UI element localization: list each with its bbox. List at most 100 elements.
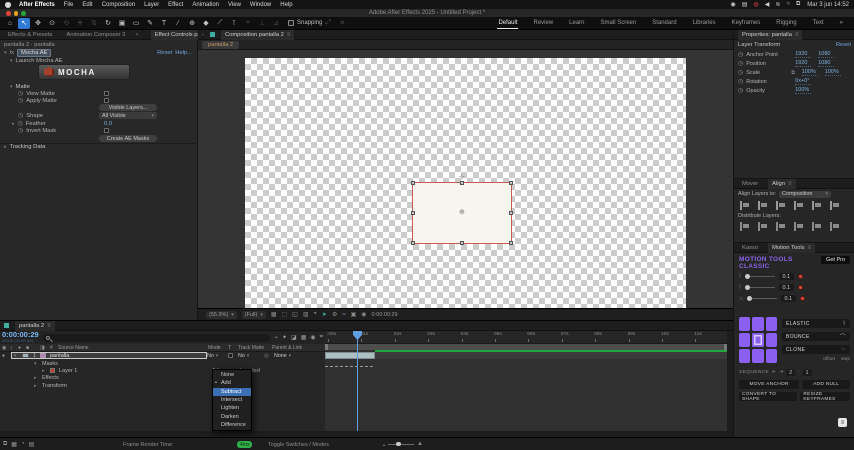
feather-value[interactable]: 0.0: [104, 121, 112, 127]
align-top-icon[interactable]: [794, 201, 804, 210]
add-null-button[interactable]: ADD NULL: [802, 380, 850, 389]
property-value[interactable]: 100%: [824, 69, 841, 76]
brush-tool[interactable]: ∕: [172, 18, 184, 29]
stopwatch-icon[interactable]: ◷: [18, 90, 23, 97]
mask-handle[interactable]: [459, 240, 464, 245]
slider-knob[interactable]: [746, 295, 752, 301]
layer-twirl-icon[interactable]: ▾: [14, 353, 17, 359]
property-value[interactable]: 1080: [818, 60, 835, 67]
mask-handle[interactable]: [410, 180, 415, 185]
stopwatch-icon[interactable]: ◷: [18, 127, 23, 134]
trkmat-column-header[interactable]: Track Matte: [238, 345, 264, 351]
distribute-right-icon[interactable]: [776, 222, 786, 231]
region-of-interest-icon[interactable]: ◱: [292, 311, 298, 318]
toggle-switches-button[interactable]: Toggle Switches / Modes: [268, 442, 329, 448]
mask-handle[interactable]: [508, 240, 513, 245]
workspace-rigging[interactable]: Rigging: [775, 18, 797, 28]
mask-handle[interactable]: [410, 240, 415, 245]
timeline-vscrollbar[interactable]: [727, 331, 733, 438]
sequence-reverse-icon[interactable]: ⇥: [779, 370, 783, 375]
zoom-slider-track[interactable]: [388, 441, 415, 446]
align-to-dropdown[interactable]: Composition ▾: [778, 190, 831, 198]
view-matte-checkbox[interactable]: [104, 91, 109, 96]
shape-dropdown[interactable]: All Visible ▾: [99, 112, 157, 119]
close-panel-icon[interactable]: ×: [135, 32, 138, 38]
zoom-slider-knob[interactable]: [396, 441, 401, 446]
type-tool[interactable]: T: [158, 18, 170, 29]
mode-menu-item-add[interactable]: • Add: [213, 379, 251, 387]
snapping-control[interactable]: Snapping: [288, 20, 322, 26]
resolution-dropdown[interactable]: (Full) ▾: [241, 310, 266, 319]
mask-name[interactable]: Layer 1: [59, 368, 77, 374]
slider-track[interactable]: [746, 295, 777, 301]
zoom-in-mountain-icon[interactable]: ▲: [417, 441, 423, 447]
motion-blur-icon[interactable]: ◉: [310, 334, 315, 341]
stopwatch-icon[interactable]: ◷: [18, 112, 23, 119]
slider-track[interactable]: [744, 284, 775, 290]
zoom-out-mountain-icon[interactable]: ▴: [383, 442, 385, 447]
transform-twirl-icon[interactable]: ▸: [34, 383, 37, 389]
mask-handle[interactable]: [508, 210, 513, 215]
create-ae-masks-button[interactable]: Create AE Masks: [99, 135, 157, 142]
panel-menu-icon[interactable]: ≡: [287, 32, 291, 38]
axis-mode-view[interactable]: ⊿: [270, 18, 282, 29]
resize-keyframes-button[interactable]: RESIZE KEYFRAMES: [800, 392, 850, 402]
selection-tool[interactable]: ↖: [18, 17, 30, 29]
clone-button[interactable]: CLONE ⁘: [782, 345, 850, 354]
rulers-icon[interactable]: ⌖: [314, 311, 317, 318]
anchor-grid-cell[interactable]: [765, 317, 777, 331]
volume-icon[interactable]: ◀: [765, 1, 770, 8]
launch-mocha-button[interactable]: MOCHA: [38, 64, 130, 80]
tab-animation-composer[interactable]: Animation Composer 3: [62, 30, 129, 40]
record-button[interactable]: [797, 274, 803, 279]
magnification-dropdown[interactable]: (55.9%) ▾: [206, 310, 237, 319]
twirl-down-icon[interactable]: ▾: [10, 84, 13, 90]
pan-camera-tool[interactable]: ✛: [74, 18, 86, 29]
slider-value[interactable]: 0.1: [778, 273, 794, 280]
grid-icon[interactable]: ▦: [11, 441, 17, 448]
twirl-down-icon[interactable]: ▾: [4, 50, 7, 56]
clone-stamp-tool[interactable]: ⊕: [186, 18, 198, 29]
stopwatch-icon[interactable]: ◷: [738, 78, 743, 85]
get-pro-button[interactable]: Get Pro: [821, 256, 850, 264]
close-tool[interactable]: ✕: [336, 18, 348, 29]
transparency-grid-icon[interactable]: ▦: [271, 311, 277, 318]
t-column-header[interactable]: T: [228, 345, 231, 351]
show-snapshot-icon[interactable]: ◉: [361, 311, 366, 318]
axis-mode-world[interactable]: ⊥: [256, 18, 268, 29]
masked-layer-shape[interactable]: ⊕ ⊹: [410, 174, 513, 245]
effects-group-row[interactable]: ▸ Effects: [0, 375, 325, 383]
record-button[interactable]: [799, 296, 805, 301]
anchor-point-icon[interactable]: ⊕: [459, 209, 465, 216]
zoom-about-tool[interactable]: ⤢: [322, 18, 334, 29]
step-label[interactable]: step: [841, 357, 850, 362]
align-bottom-icon[interactable]: [830, 201, 840, 210]
mode-menu-item-darken[interactable]: Darken: [213, 412, 251, 420]
menu-file[interactable]: File: [64, 2, 74, 8]
pen-tool[interactable]: ✎: [144, 18, 156, 29]
draft-3d-icon[interactable]: ✦: [282, 334, 287, 341]
orbit-camera-tool[interactable]: ⟲: [60, 18, 72, 29]
tab-align[interactable]: Align ≡: [768, 178, 796, 189]
transform-reset-link[interactable]: Reset: [836, 42, 851, 48]
workspace-default[interactable]: Default: [497, 18, 519, 29]
shy-layers-icon[interactable]: ◪: [291, 334, 297, 341]
distribute-horizontal-center-icon[interactable]: [758, 222, 768, 231]
menu-after-effects[interactable]: After Effects: [19, 2, 55, 8]
composition-subtab[interactable]: pantalla 2: [202, 40, 240, 49]
menu-view[interactable]: View: [228, 2, 241, 8]
stopwatch-icon[interactable]: ◷: [738, 69, 743, 76]
folder-icon[interactable]: ▤: [29, 441, 35, 448]
timeline-zoom-control[interactable]: ▴ ▲: [383, 441, 423, 447]
property-value[interactable]: 100%: [795, 87, 812, 94]
property-value[interactable]: 0x+0°: [795, 78, 812, 85]
bounce-button[interactable]: BOUNCE ⌒: [782, 332, 850, 341]
help-link[interactable]: Help...: [175, 50, 192, 56]
apple-menu-icon[interactable]: [5, 1, 11, 8]
panel-menu-icon[interactable]: ≡: [808, 245, 812, 251]
stopwatch-icon[interactable]: ◷: [738, 51, 743, 58]
control-center-icon[interactable]: ⧉: [796, 1, 800, 8]
mode-menu-item-intersect[interactable]: Intersect: [213, 396, 251, 404]
menu-edit[interactable]: Edit: [82, 2, 92, 8]
property-value[interactable]: 1080: [818, 51, 835, 58]
